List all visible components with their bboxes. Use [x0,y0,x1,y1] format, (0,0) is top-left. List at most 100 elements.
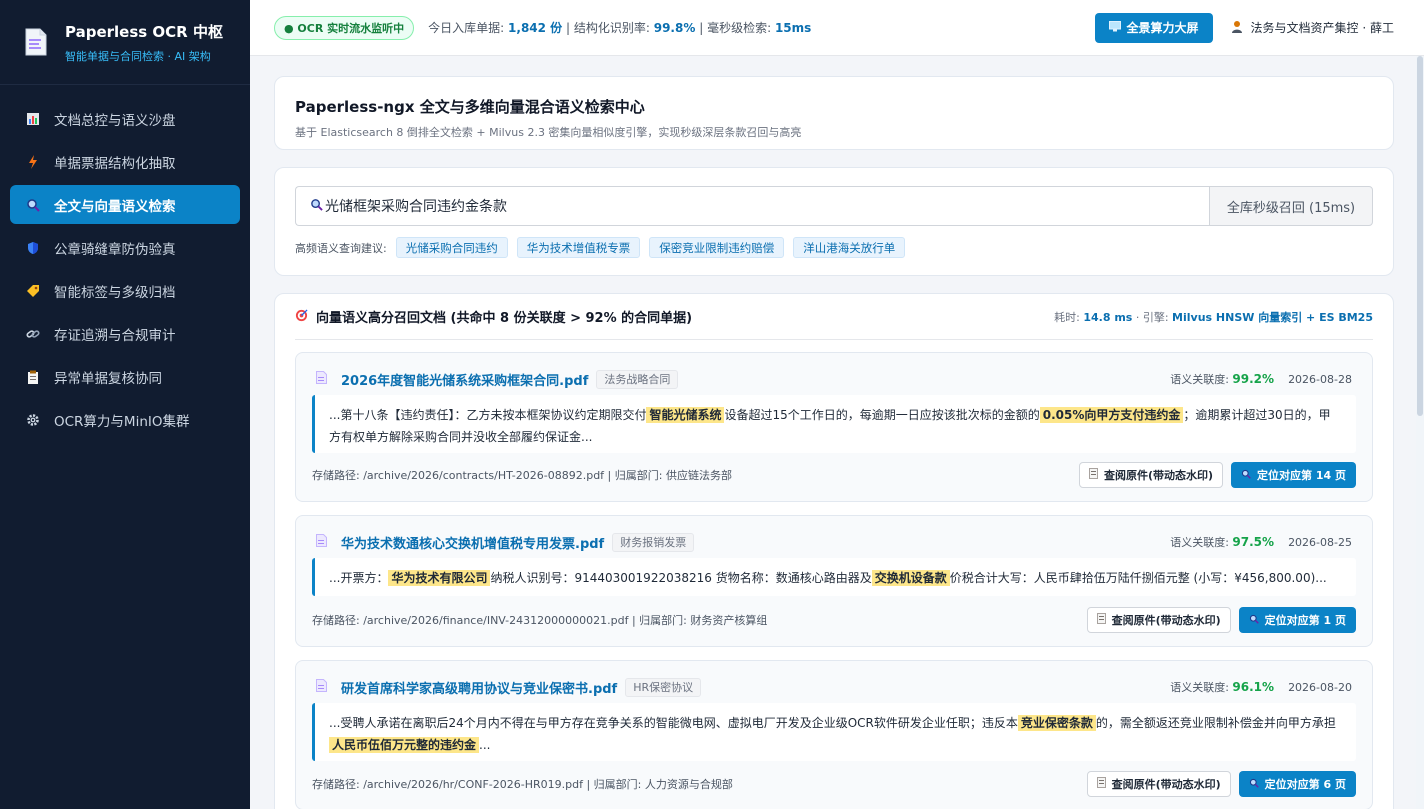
document-date: 2026-08-25 [1288,535,1352,549]
topbar-right: 全景算力大屏 法务与文档资产集控 · 薛工 [1094,12,1394,43]
locate-search-icon [1249,778,1259,791]
locate-search-icon [1249,614,1259,627]
sidebar-item-label: 智能标签与多级归档 [54,284,176,301]
document-icon [1096,777,1106,791]
tag-icon [26,284,40,298]
result-document: 2026年度智能光储系统采购框架合同.pdf 法务战略合同 语义关联度: 99.… [295,352,1373,502]
gear-icon [26,413,40,427]
stat-intake-value: 1,842 份 [508,21,563,35]
monitor-icon [1108,20,1121,35]
keyword-highlight: 交换机设备款 [871,570,950,586]
search-engine: Milvus HNSW 向量索引 + ES BM25 [1172,310,1373,324]
sidebar-item-label: 文档总控与语义沙盘 [54,112,176,129]
sidebar-item-audit[interactable]: 存证追溯与合规审计 [10,314,240,353]
document-snippet: ...受聘人承诺在离职后24个月内不得在与甲方存在竞争关系的智能微电网、虚拟电厂… [312,703,1356,761]
sidebar-item-label: 全文与向量语义检索 [54,198,176,215]
results-meta: 耗时: 14.8 ms · 引擎: Milvus HNSW 向量索引 + ES … [1054,310,1373,324]
results-card: 向量语义高分召回文档 (共命中 8 份关联度 > 92% 的合同单据) 耗时: … [274,293,1394,809]
locate-search-icon [1241,469,1251,482]
view-original-button[interactable]: 查阅原件(带动态水印) [1078,462,1224,488]
locate-page-button[interactable]: 定位对应第 1 页 [1238,607,1356,633]
stat-latency-label: 毫秒级检索: [707,21,772,35]
brand-title: Paperless OCR 中枢 [65,23,223,41]
search-query-text: 光储框架采购合同违约金条款 [325,199,507,215]
document-logo-svg [25,28,47,56]
document-actions: 查阅原件(带动态水印) 定位对应第 1 页 [1086,607,1356,633]
magnifier-icon [26,198,40,212]
stat-accuracy-value: 99.8% [653,21,696,35]
main-scrollbar[interactable] [1416,56,1424,809]
sidebar-item-cluster[interactable]: OCR算力与MinIO集群 [10,400,240,439]
live-status-badge: ● OCR 实时流水监听中 [274,15,415,40]
sidebar-item-tags[interactable]: 智能标签与多级归档 [10,271,240,310]
sidebar-item-review[interactable]: 异常单据复核协同 [10,357,240,396]
sidebar-item-label: OCR算力与MinIO集群 [54,413,190,430]
storage-path: 存储路径: /archive/2026/hr/CONF-2026-HR019.p… [312,778,733,791]
document-title-link[interactable]: 研发首席科学家高级聘用协议与竞业保密书.pdf [341,678,617,697]
clipboard-icon [26,370,40,384]
query-suggestions: 高频语义查询建议: 光储采购合同违约 华为技术增值税专票 保密竞业限制违约赔偿 … [295,237,1373,258]
link-icon [26,327,40,341]
page-subtitle: 基于 Elasticsearch 8 倒排全文检索 + Milvus 2.3 密… [295,126,802,139]
document-date: 2026-08-20 [1288,680,1352,694]
results-header: 向量语义高分召回文档 (共命中 8 份关联度 > 92% 的合同单据) 耗时: … [295,294,1373,340]
document-header: 研发首席科学家高级聘用协议与竞业保密书.pdf HR保密协议 语义关联度: 96… [316,677,1352,697]
document-header: 华为技术数通核心交换机增值税专用发票.pdf 财务报销发票 语义关联度: 97.… [316,532,1352,552]
view-original-button[interactable]: 查阅原件(带动态水印) [1086,607,1231,633]
dashboard-screen-button[interactable]: 全景算力大屏 [1094,12,1213,43]
storage-path: 存储路径: /archive/2026/contracts/HT-2026-08… [312,469,732,482]
keyword-highlight: 竞业保密条款 [1017,715,1096,731]
sidebar-item-dashboard[interactable]: 文档总控与语义沙盘 [10,99,240,138]
document-footer: 存储路径: /archive/2026/finance/INV-24312000… [312,607,1356,633]
suggestion-chip[interactable]: 华为技术增值税专票 [516,237,641,258]
suggestion-chip[interactable]: 光储采购合同违约 [395,237,508,258]
relevance-score: 语义关联度: 99.2% [1170,372,1275,386]
result-document: 研发首席科学家高级聘用协议与竞业保密书.pdf HR保密协议 语义关联度: 96… [295,660,1373,809]
document-snippet: ...开票方： 华为技术有限公司 纳税人识别号：914403001922038216… [312,558,1356,596]
search-card: 光储框架采购合同违约金条款 全库秒级召回 (15ms) 高频语义查询建议: 光储… [274,167,1394,276]
document-footer: 存储路径: /archive/2026/contracts/HT-2026-08… [312,462,1356,488]
locate-page-button[interactable]: 定位对应第 6 页 [1238,771,1356,797]
stat-accuracy-label: 结构化识别率: [573,21,650,35]
sidebar-item-seal[interactable]: 公章骑缝章防伪验真 [10,228,240,267]
search-input[interactable]: 光储框架采购合同违约金条款 [295,186,1209,226]
search-submit-button[interactable]: 全库秒级召回 (15ms) [1209,186,1373,226]
user-profile[interactable]: 法务与文档资产集控 · 薛工 [1231,19,1394,36]
search-icon [310,198,323,215]
file-icon [316,679,327,695]
main-content: Paperless-ngx 全文与多维向量混合语义检索中心 基于 Elastic… [250,56,1416,809]
user-avatar-icon [1231,20,1243,36]
view-original-button[interactable]: 查阅原件(带动态水印) [1086,771,1231,797]
query-time: 14.8 ms [1083,310,1133,324]
keyword-highlight: 人民币伍佰万元整的违约金 [329,737,480,753]
document-icon [1088,468,1098,482]
document-actions: 查阅原件(带动态水印) 定位对应第 14 页 [1078,462,1356,488]
suggestion-chip[interactable]: 保密竞业限制违约赔偿 [649,237,785,258]
document-title-link[interactable]: 华为技术数通核心交换机增值税专用发票.pdf [341,533,604,552]
stat-latency-value: 15ms [774,21,812,35]
results-title: 向量语义高分召回文档 (共命中 8 份关联度 > 92% 的合同单据) [295,307,692,326]
bar-chart-icon [26,112,40,126]
document-date: 2026-08-28 [1288,372,1352,386]
scrollbar-thumb[interactable] [1417,56,1423,416]
stat-intake-label: 今日入库单据: [428,21,505,35]
target-icon [295,308,308,325]
document-footer: 存储路径: /archive/2026/hr/CONF-2026-HR019.p… [312,771,1356,797]
locate-page-button[interactable]: 定位对应第 14 页 [1231,462,1356,488]
document-icon [1096,613,1106,627]
relevance-score: 语义关联度: 97.5% [1170,535,1275,549]
document-category-tag: HR保密协议 [625,677,702,697]
sidebar-nav: 文档总控与语义沙盘 单据票据结构化抽取 全文与向量语义检索 公章骑缝章防伪验真 … [0,99,250,439]
keyword-highlight: 0.05%向甲方支付违约金 [1039,407,1184,423]
sidebar-item-search[interactable]: 全文与向量语义检索 [10,185,240,224]
document-title-link[interactable]: 2026年度智能光储系统采购框架合同.pdf [341,370,588,389]
lightning-icon [26,154,40,169]
file-icon [316,534,327,550]
sidebar-item-label: 存证追溯与合规审计 [54,327,176,344]
suggestion-chip[interactable]: 洋山港海关放行单 [793,237,906,258]
relevance-score: 语义关联度: 96.1% [1170,680,1275,694]
file-icon [316,371,327,387]
result-document: 华为技术数通核心交换机增值税专用发票.pdf 财务报销发票 语义关联度: 97.… [295,515,1373,647]
sidebar-item-extraction[interactable]: 单据票据结构化抽取 [10,142,240,181]
sidebar-item-label: 公章骑缝章防伪验真 [54,241,176,258]
